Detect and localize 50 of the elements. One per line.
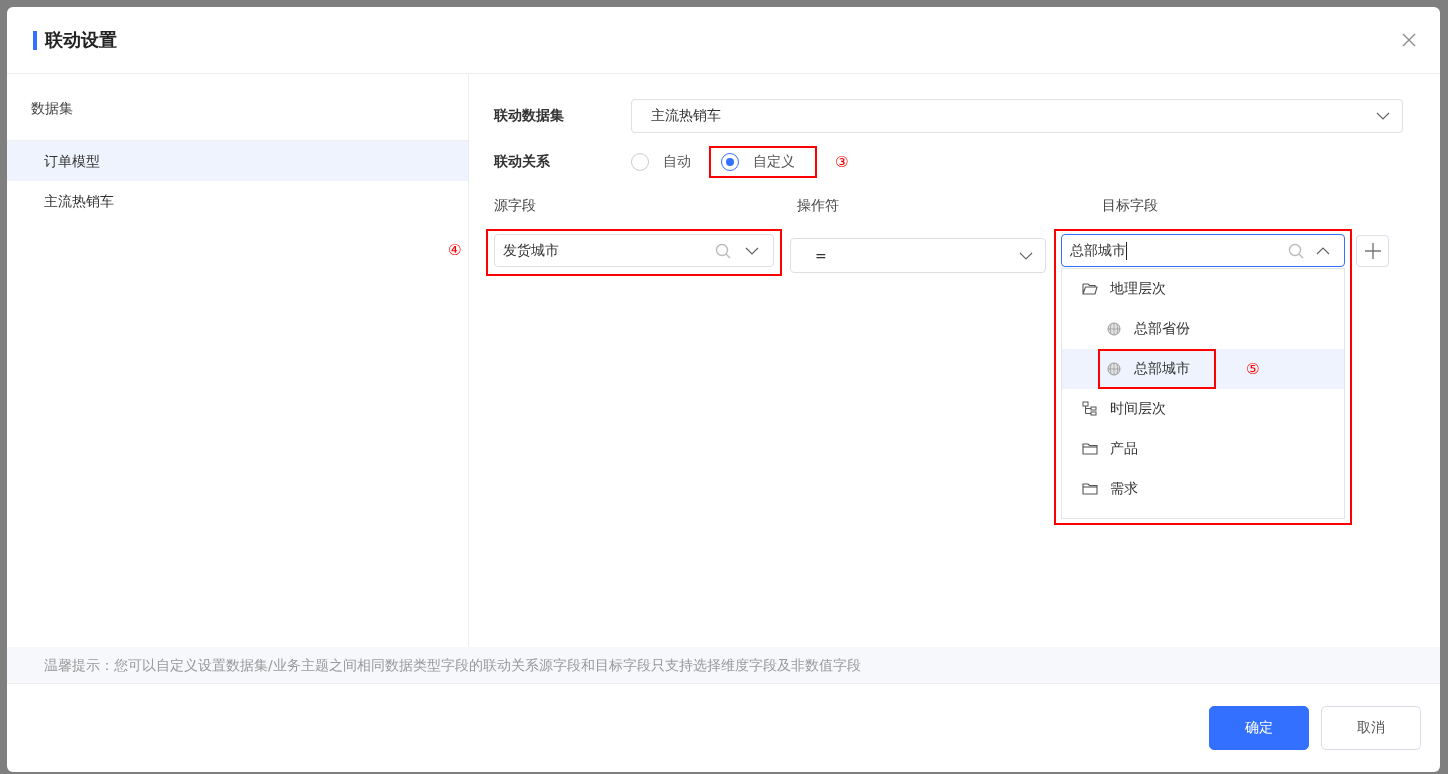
source-field-select[interactable]: 发货城市	[494, 234, 774, 267]
radio-label[interactable]: 自动	[663, 153, 691, 171]
dropdown-option[interactable]: 总部省份	[1062, 309, 1344, 349]
dropdown-option[interactable]: 时间层次	[1062, 389, 1344, 429]
plus-icon	[1363, 242, 1382, 260]
dataset-select[interactable]: 主流热销车	[631, 99, 1403, 133]
option-label: 产品	[1110, 440, 1138, 458]
dataset-item[interactable]: 主流热销车	[7, 181, 468, 221]
caret-icon	[745, 246, 759, 255]
option-label: 需求	[1110, 480, 1138, 498]
title-accent-bar	[33, 30, 37, 50]
dropdown-option[interactable]: 需求	[1062, 469, 1344, 509]
option-label: 总部省份	[1134, 320, 1190, 338]
column-label: 目标字段	[1102, 197, 1158, 215]
folder-icon	[1082, 441, 1098, 457]
dropdown-option[interactable]: 总部城市 ⑤	[1062, 349, 1344, 389]
option-label: 总部城市	[1134, 360, 1190, 378]
dropdown-option[interactable]: 产品	[1062, 429, 1344, 469]
operator-select[interactable]: =	[790, 238, 1046, 273]
radio-label[interactable]: 自定义	[753, 153, 795, 171]
caret-icon	[1019, 251, 1033, 260]
confirm-button[interactable]: 确定	[1209, 706, 1309, 750]
option-label: 地理层次	[1110, 280, 1166, 298]
annotation-number: ③	[835, 153, 849, 171]
field-label: 联动数据集	[494, 107, 565, 125]
dataset-item[interactable]: 订单模型	[7, 141, 468, 181]
globe-icon	[1106, 321, 1122, 337]
text-cursor	[1126, 241, 1127, 260]
cancel-button[interactable]: 取消	[1321, 706, 1421, 750]
close-button[interactable]	[1400, 31, 1418, 49]
close-icon	[1402, 33, 1416, 47]
target-field-input[interactable]: 总部城市	[1061, 234, 1345, 267]
caret-icon	[1316, 246, 1330, 255]
column-label: 源字段	[494, 197, 537, 215]
column-label: 操作符	[797, 197, 840, 215]
annotation-number: ⑤	[1246, 360, 1260, 378]
search-icon	[715, 242, 731, 259]
open-folder-icon	[1082, 281, 1098, 297]
option-label: 时间层次	[1110, 400, 1166, 418]
tip-text: 温馨提示：您可以自定义设置数据集/业务主题之间相同数据类型字段的联动关系源字段和目标字段只支持选择维度字段及非数值字段	[7, 647, 1440, 684]
globe-icon	[1106, 361, 1122, 377]
annotation-number: ④	[448, 241, 462, 259]
dialog-title: 联动设置	[45, 28, 118, 52]
add-button[interactable]	[1356, 235, 1389, 267]
search-icon	[1288, 242, 1304, 259]
hierarchy-icon	[1082, 401, 1098, 417]
caret-icon	[1376, 112, 1390, 120]
folder-icon	[1082, 481, 1098, 497]
dropdown-option[interactable]: 地理层次	[1062, 269, 1344, 309]
field-label: 联动关系	[494, 153, 551, 171]
